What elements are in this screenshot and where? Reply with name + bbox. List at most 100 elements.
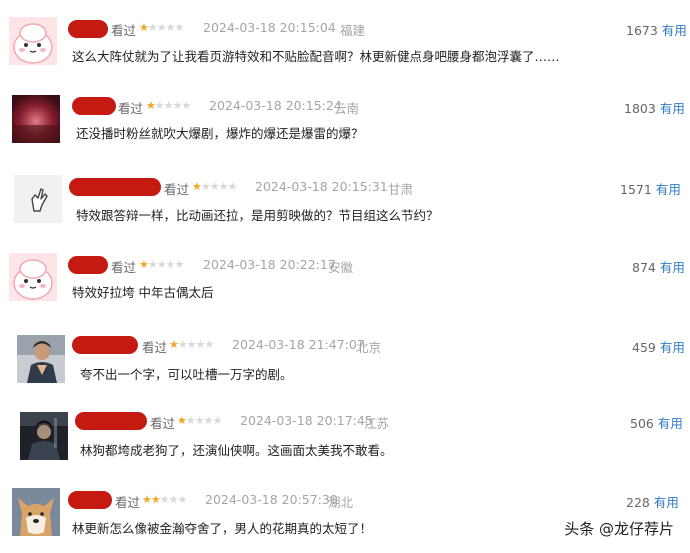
- vote-count: 874 有用: [632, 257, 685, 276]
- user-avatar[interactable]: [9, 17, 57, 65]
- review-time: 2024-03-18 20:15:04: [203, 20, 336, 35]
- review-time: 2024-03-18 20:22:17: [203, 257, 336, 272]
- star-empty-icon: ★: [185, 414, 196, 427]
- useful-button[interactable]: 有用: [660, 101, 685, 116]
- redacted-username: [72, 97, 116, 115]
- redacted-username: [68, 256, 108, 274]
- redacted-username: [68, 20, 108, 38]
- rating-stars: ★★★★★: [139, 258, 185, 271]
- star-empty-icon: ★: [165, 258, 176, 271]
- review-time: 2024-03-18 20:17:45: [240, 413, 373, 428]
- star-empty-icon: ★: [227, 180, 238, 193]
- useful-button[interactable]: 有用: [660, 260, 685, 275]
- review-location: 安徽: [328, 260, 354, 275]
- star-empty-icon: ★: [156, 258, 167, 271]
- star-filled-icon: ★: [177, 414, 187, 427]
- star-empty-icon: ★: [165, 21, 176, 34]
- useful-button[interactable]: 有用: [662, 23, 687, 38]
- vote-count: 459 有用: [632, 337, 685, 356]
- star-filled-icon: ★: [192, 180, 202, 193]
- review-text: 特效好拉垮 中年古偶太后: [72, 285, 214, 300]
- star-empty-icon: ★: [174, 258, 185, 271]
- vote-number: 228: [626, 495, 650, 510]
- watched-label: 看过: [164, 182, 190, 197]
- star-empty-icon: ★: [195, 338, 206, 351]
- star-empty-icon: ★: [204, 338, 215, 351]
- user-avatar[interactable]: [20, 412, 68, 460]
- watermark: 头条 @龙仔荐片: [564, 520, 674, 538]
- vote-count: 506 有用: [630, 413, 683, 432]
- redacted-username: [72, 336, 138, 354]
- review-time: 2024-03-18 21:47:07: [232, 337, 365, 352]
- star-filled-icon: ★: [142, 493, 152, 506]
- star-empty-icon: ★: [172, 99, 183, 112]
- star-empty-icon: ★: [156, 21, 167, 34]
- star-empty-icon: ★: [203, 414, 214, 427]
- star-filled-icon: ★: [139, 258, 149, 271]
- vote-count: 1673 有用: [626, 20, 687, 39]
- review-text: 林更新怎么像被金瀚夺舍了，男人的花期真的太短了！: [72, 521, 373, 536]
- rating-stars: ★★★★★: [169, 338, 215, 351]
- user-avatar[interactable]: [14, 175, 62, 223]
- user-avatar[interactable]: [12, 488, 60, 536]
- user-avatar[interactable]: [12, 95, 60, 143]
- review-location: 江苏: [364, 416, 390, 431]
- review-text: 还没播时粉丝就吹大爆剧，爆炸的爆还是爆雷的爆？: [76, 126, 364, 141]
- review-time: 2024-03-18 20:15:24: [209, 98, 342, 113]
- vote-number: 874: [632, 260, 656, 275]
- useful-button[interactable]: 有用: [660, 340, 685, 355]
- vote-number: 459: [632, 340, 656, 355]
- review-text: 夸不出一个字，可以吐槽一万字的剧。: [80, 367, 293, 382]
- star-empty-icon: ★: [154, 99, 165, 112]
- vote-number: 1673: [626, 23, 658, 38]
- vote-number: 1571: [620, 182, 652, 197]
- review-text: 林狗都垮成老狗了，还演仙侠啊。这画面太美我不敢看。: [80, 443, 393, 458]
- review-time: 2024-03-18 20:57:30: [205, 492, 338, 507]
- watched-label: 看过: [150, 416, 176, 431]
- star-empty-icon: ★: [168, 493, 179, 506]
- vote-number: 506: [630, 416, 654, 431]
- star-empty-icon: ★: [174, 21, 185, 34]
- useful-button[interactable]: 有用: [654, 495, 679, 510]
- watched-label: 看过: [115, 495, 141, 510]
- user-avatar[interactable]: [17, 335, 65, 383]
- watched-label: 看过: [111, 260, 137, 275]
- review-location: 云南: [334, 101, 360, 116]
- review-text: 特效跟答辩一样，比动画还拉，是用剪映做的？节目组这么节约？: [76, 208, 439, 223]
- star-empty-icon: ★: [163, 99, 174, 112]
- user-avatar[interactable]: [9, 253, 57, 301]
- star-empty-icon: ★: [212, 414, 223, 427]
- star-empty-icon: ★: [177, 493, 188, 506]
- review-location: 甘肃: [388, 182, 414, 197]
- watched-label: 看过: [118, 101, 144, 116]
- star-empty-icon: ★: [218, 180, 229, 193]
- watched-label: 看过: [111, 23, 137, 38]
- rating-stars: ★★★★★: [142, 493, 188, 506]
- review-location: 湖北: [328, 495, 354, 510]
- redacted-username: [75, 412, 147, 430]
- vote-count: 1571 有用: [620, 179, 681, 198]
- star-empty-icon: ★: [147, 21, 158, 34]
- rating-stars: ★★★★★: [192, 180, 238, 193]
- star-empty-icon: ★: [209, 180, 220, 193]
- useful-button[interactable]: 有用: [656, 182, 681, 197]
- star-filled-icon: ★: [150, 493, 161, 506]
- review-time: 2024-03-18 20:15:31: [255, 179, 388, 194]
- star-empty-icon: ★: [147, 258, 158, 271]
- review-location: 北京: [356, 340, 382, 355]
- star-filled-icon: ★: [146, 99, 156, 112]
- review-location: 福建: [340, 23, 366, 38]
- rating-stars: ★★★★★: [146, 99, 191, 112]
- rating-stars: ★★★★★: [139, 21, 185, 34]
- star-filled-icon: ★: [139, 21, 149, 34]
- star-filled-icon: ★: [169, 338, 179, 351]
- star-empty-icon: ★: [200, 180, 211, 193]
- vote-count: 1803 有用: [624, 98, 685, 117]
- vote-count: 228 有用: [626, 492, 679, 511]
- redacted-username: [68, 491, 112, 509]
- useful-button[interactable]: 有用: [658, 416, 683, 431]
- watched-label: 看过: [142, 340, 168, 355]
- star-empty-icon: ★: [177, 338, 188, 351]
- rating-stars: ★★★★★: [177, 414, 223, 427]
- star-empty-icon: ★: [194, 414, 205, 427]
